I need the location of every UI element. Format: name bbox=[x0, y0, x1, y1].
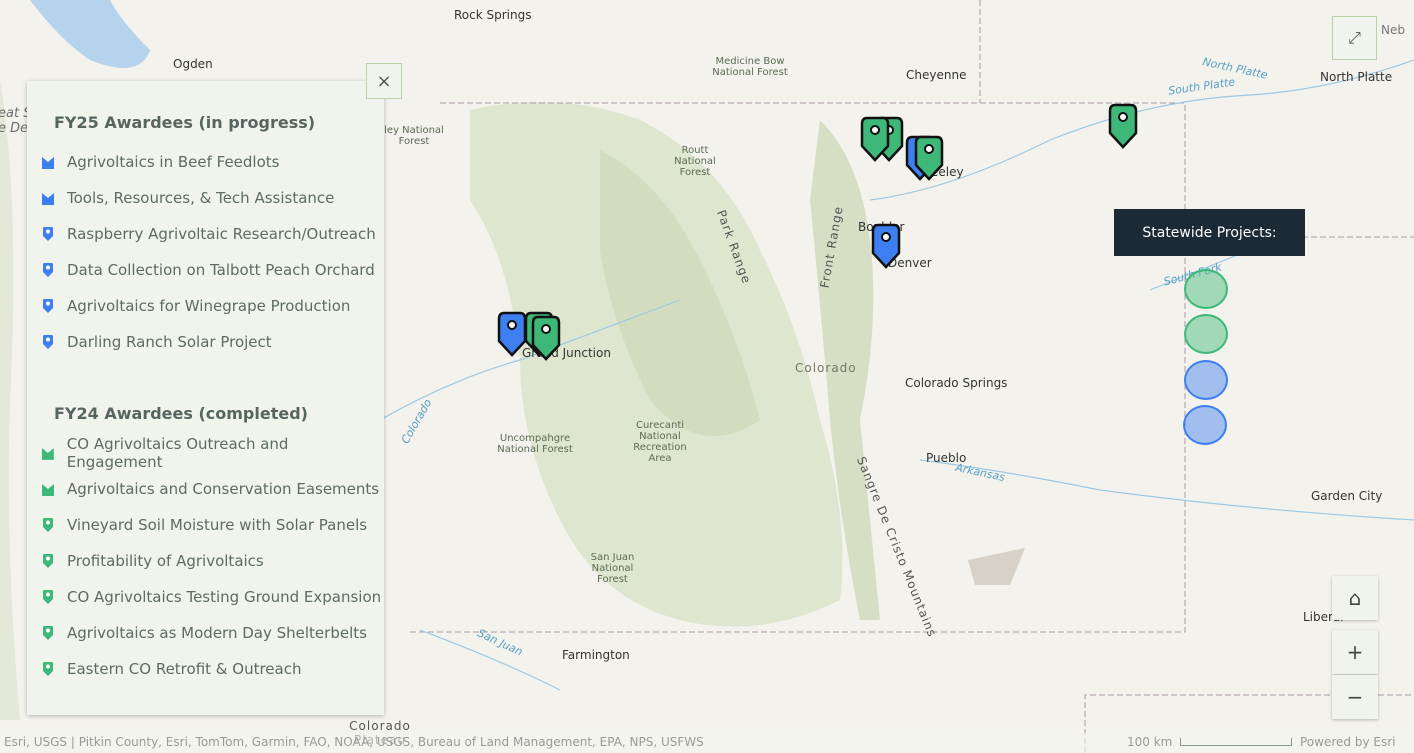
map-label: ley National Forest bbox=[384, 125, 444, 147]
home-button[interactable]: ⌂ bbox=[1332, 576, 1378, 620]
legend-item-label: CO Agrivoltaics Outreach and Engagement bbox=[66, 435, 289, 471]
project-pin[interactable] bbox=[860, 116, 890, 162]
legend-item-label: Profitability of Agrivoltaics bbox=[67, 552, 264, 570]
zoom-out-button[interactable]: − bbox=[1332, 675, 1378, 719]
project-pin[interactable] bbox=[871, 223, 901, 269]
legend-item-label: Data Collection on Talbott Peach Orchard bbox=[67, 261, 375, 279]
legend-section-title: FY25 Awardees (in progress) bbox=[54, 113, 316, 132]
legend-item[interactable]: Agrivoltaics and Conservation Easements bbox=[27, 471, 384, 507]
close-legend-button[interactable]: × bbox=[366, 63, 402, 99]
project-pin[interactable] bbox=[914, 135, 944, 181]
legend-item-label: Agrivoltaics and Conservation Easements bbox=[67, 480, 380, 498]
map-label: Curecanti National Recreation Area bbox=[633, 420, 687, 464]
legend-item[interactable]: CO Agrivoltaics Outreach and Engagement bbox=[27, 435, 384, 471]
minus-icon: − bbox=[1346, 685, 1364, 709]
pin-icon bbox=[43, 227, 53, 241]
area-icon bbox=[42, 193, 54, 205]
map-label: Ogden bbox=[173, 57, 213, 71]
pin-icon bbox=[43, 626, 53, 640]
pin-icon bbox=[43, 662, 53, 676]
legend-item-label: Agrivoltaics as Modern Day Shelterbelts bbox=[67, 624, 367, 642]
fullscreen-button[interactable]: ⤢ bbox=[1332, 16, 1377, 60]
area-icon bbox=[41, 448, 54, 460]
map-label: San Juan National Forest bbox=[590, 552, 635, 585]
statewide-project-marker[interactable] bbox=[1184, 314, 1228, 354]
plus-icon: + bbox=[1346, 640, 1364, 664]
legend-item[interactable]: Agrivoltaics as Modern Day Shelterbelts bbox=[27, 615, 384, 651]
pin-icon bbox=[43, 299, 53, 313]
map-label: Neb bbox=[1381, 23, 1405, 37]
legend-item[interactable]: Tools, Resources, & Tech Assistance bbox=[27, 180, 384, 216]
legend-item-label: Darling Ranch Solar Project bbox=[67, 333, 272, 351]
area-icon bbox=[42, 484, 54, 496]
pin-icon bbox=[43, 263, 53, 277]
zoom-in-button[interactable]: + bbox=[1332, 630, 1378, 674]
legend-item-label: Vineyard Soil Moisture with Solar Panels bbox=[67, 516, 368, 534]
map-label: Uncompahgre National Forest bbox=[497, 433, 573, 455]
map-label: Routt National Forest bbox=[674, 145, 716, 178]
legend-item-label: Eastern CO Retrofit & Outreach bbox=[67, 660, 302, 678]
legend-item-label: Agrivoltaics in Beef Feedlots bbox=[67, 153, 280, 171]
pin-icon bbox=[43, 554, 53, 568]
map-label: Cheyenne bbox=[906, 68, 967, 82]
legend-item-label: CO Agrivoltaics Testing Ground Expansion bbox=[67, 588, 382, 606]
legend-item[interactable]: CO Agrivoltaics Testing Ground Expansion bbox=[27, 579, 384, 615]
legend-section-title: FY24 Awardees (completed) bbox=[54, 404, 308, 423]
scale-bar bbox=[1180, 738, 1292, 746]
legend-item-label: Raspberry Agrivoltaic Research/Outreach bbox=[67, 225, 376, 243]
legend-panel: FY25 Awardees (in progress) Agrivoltaics … bbox=[27, 81, 384, 715]
project-pin[interactable] bbox=[497, 311, 527, 357]
legend-item[interactable]: Agrivoltaics in Beef Feedlots bbox=[27, 144, 384, 180]
legend-item-label: Tools, Resources, & Tech Assistance bbox=[67, 189, 335, 207]
expand-icon: ⤢ bbox=[1348, 28, 1361, 47]
close-icon: × bbox=[376, 70, 392, 92]
project-pin[interactable] bbox=[531, 315, 561, 361]
map-label: Rock Springs bbox=[454, 8, 532, 22]
legend-item[interactable]: Agrivoltaics for Winegrape Production bbox=[27, 288, 384, 324]
map-label: Colorado Springs bbox=[905, 376, 1008, 390]
powered-by-esri[interactable]: Powered by Esri bbox=[1300, 735, 1395, 749]
map-label: Colorado bbox=[795, 361, 857, 375]
project-pin[interactable] bbox=[1108, 103, 1138, 149]
pin-icon bbox=[43, 335, 53, 349]
legend-item[interactable]: Eastern CO Retrofit & Outreach bbox=[27, 651, 384, 687]
pin-icon bbox=[43, 518, 53, 532]
scale-label: 100 km bbox=[1127, 735, 1173, 749]
map-label: Medicine Bow National Forest bbox=[712, 56, 788, 78]
legend-item[interactable]: Raspberry Agrivoltaic Research/Outreach bbox=[27, 216, 384, 252]
legend-item[interactable]: Profitability of Agrivoltaics bbox=[27, 543, 384, 579]
map-label: Farmington bbox=[562, 648, 630, 662]
legend-item[interactable]: Vineyard Soil Moisture with Solar Panels bbox=[27, 507, 384, 543]
legend-item-label: Agrivoltaics for Winegrape Production bbox=[67, 297, 351, 315]
map-label: Garden City bbox=[1311, 489, 1383, 503]
area-icon bbox=[42, 157, 54, 169]
statewide-project-marker[interactable] bbox=[1183, 405, 1227, 445]
statewide-projects-tooltip: Statewide Projects: bbox=[1114, 209, 1305, 256]
legend-item[interactable]: Darling Ranch Solar Project bbox=[27, 324, 384, 360]
tooltip-title: Statewide Projects: bbox=[1142, 224, 1277, 241]
legend-item[interactable]: Data Collection on Talbott Peach Orchard bbox=[27, 252, 384, 288]
statewide-project-marker[interactable] bbox=[1184, 269, 1228, 309]
pin-icon bbox=[43, 590, 53, 604]
statewide-project-marker[interactable] bbox=[1184, 360, 1228, 400]
home-icon: ⌂ bbox=[1348, 586, 1362, 610]
map-label: North Platte bbox=[1320, 70, 1393, 84]
